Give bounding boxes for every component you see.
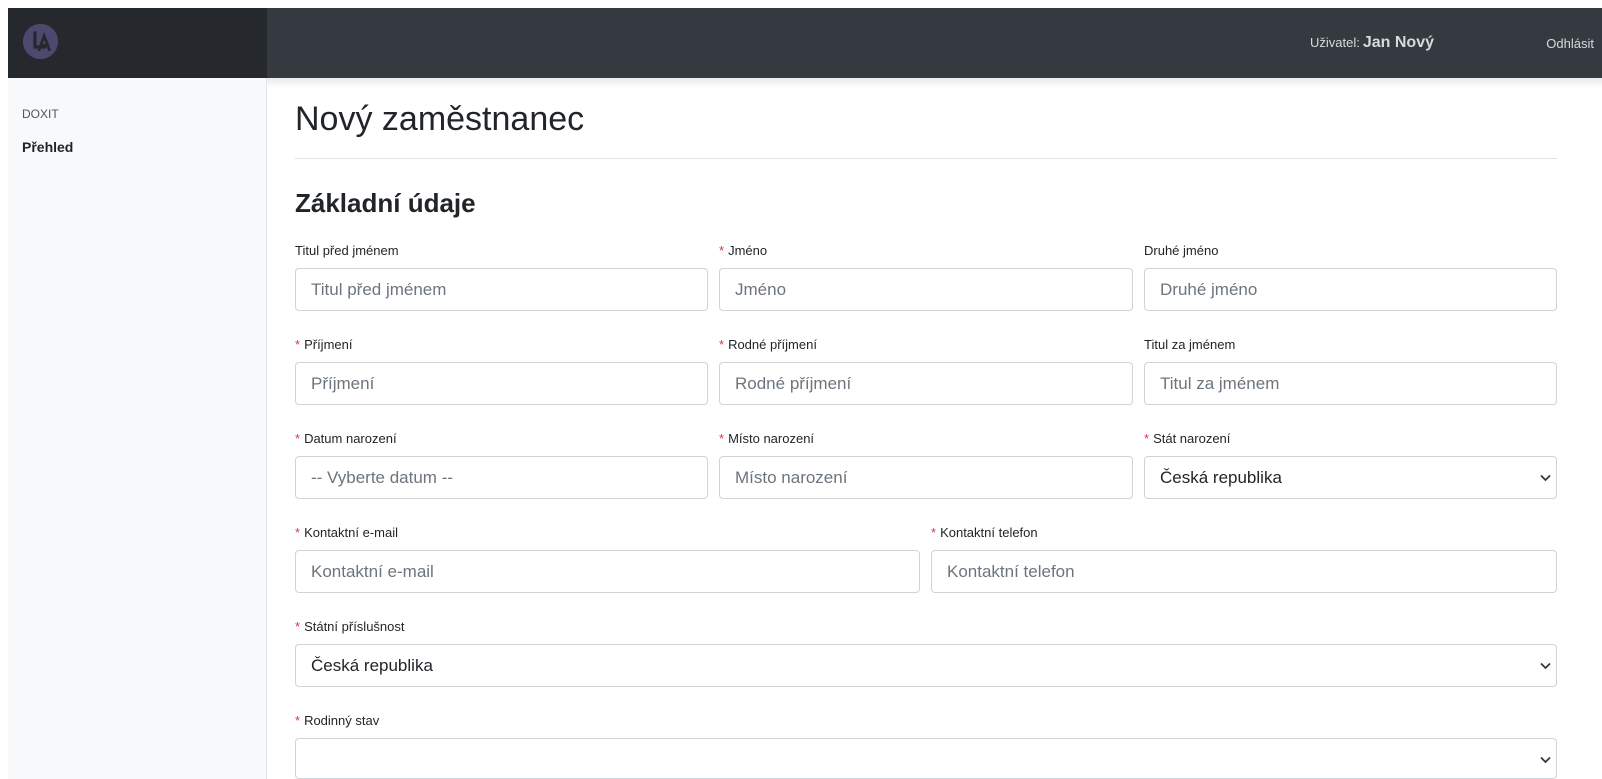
titul-pred-label: Titul před jménem [295,243,399,258]
sidebar-section-title: DOXIT [22,107,59,121]
required-mark: * [1144,431,1150,446]
druhe-jmeno-label: Druhé jméno [1144,243,1219,258]
prijmeni-label: Příjmení [304,337,353,352]
rodne-prijmeni-field: * Rodné příjmení [719,335,1133,405]
stat-narozeni-field: * Stát narození Česká republika [1144,429,1557,499]
required-mark: * [295,431,301,446]
email-label: Kontaktní e-mail [304,525,398,540]
rodinny-stav-select[interactable] [295,738,1557,779]
user-name: Jan Nový [1362,34,1434,51]
statni-prislusnost-label: Státní příslušnost [304,619,405,634]
datum-narozeni-label: Datum narození [304,431,397,446]
required-mark: * [295,337,301,352]
jmeno-label: Jméno [728,243,768,258]
sidebar-item-prehled[interactable]: Přehled [22,139,73,155]
misto-narozeni-input[interactable] [719,456,1133,499]
chevron-down-icon [1538,645,1552,686]
statni-prislusnost-field: * Státní příslušnost Česká republika [295,617,1557,687]
section-heading: Základní údaje [295,188,476,218]
email-field: * Kontaktní e-mail [295,523,920,593]
topbar-shadow [267,78,1602,88]
rodinny-stav-label: Rodinný stav [304,713,380,728]
titul-pred-input[interactable] [295,268,708,311]
email-input[interactable] [295,550,920,593]
stat-narozeni-value: Česká republika [1160,468,1282,487]
statni-prislusnost-select[interactable]: Česká republika [295,644,1557,687]
required-mark: * [931,525,937,540]
druhe-jmeno-field: Druhé jméno [1144,241,1557,311]
logout-link[interactable]: Odhlásit [1546,36,1594,51]
required-mark: * [295,713,301,728]
titul-za-field: Titul za jménem [1144,335,1557,405]
chevron-down-icon [1538,739,1552,779]
rodinny-stav-field: * Rodinný stav [295,711,1557,779]
sidebar-header [8,8,267,78]
required-mark: * [719,431,725,446]
misto-narozeni-label: Místo narození [728,431,815,446]
top-navbar: Uživatel: Jan Nový Odhlásit [267,8,1602,78]
stat-narozeni-label: Stát narození [1153,431,1231,446]
telefon-field: * Kontaktní telefon [931,523,1557,593]
jmeno-input[interactable] [719,268,1133,311]
misto-narozeni-field: * Místo narození [719,429,1133,499]
druhe-jmeno-input[interactable] [1144,268,1557,311]
user-label: Uživatel: [1310,35,1360,50]
titul-za-input[interactable] [1144,362,1557,405]
required-mark: * [719,243,725,258]
prijmeni-field: * Příjmení [295,335,708,405]
prijmeni-input[interactable] [295,362,708,405]
user-info: Uživatel: Jan Nový [1310,34,1434,52]
statni-prislusnost-value: Česká republika [311,656,433,675]
rodne-prijmeni-input[interactable] [719,362,1133,405]
required-mark: * [295,619,301,634]
sidebar: DOXIT Přehled [8,78,267,779]
telefon-input[interactable] [931,550,1557,593]
company-logo-icon[interactable] [22,23,59,60]
datum-narozeni-field: * Datum narození [295,429,708,499]
title-divider [295,158,1557,159]
page-title: Nový zaměstnanec [295,100,585,138]
titul-za-label: Titul za jménem [1144,337,1236,352]
rodne-prijmeni-label: Rodné příjmení [728,337,817,352]
stat-narozeni-select[interactable]: Česká republika [1144,456,1557,499]
titul-pred-field: Titul před jménem [295,241,708,311]
required-mark: * [719,337,725,352]
jmeno-field: * Jméno [719,241,1133,311]
chevron-down-icon [1538,457,1552,498]
telefon-label: Kontaktní telefon [940,525,1038,540]
datum-narozeni-input[interactable] [295,456,708,499]
required-mark: * [295,525,301,540]
